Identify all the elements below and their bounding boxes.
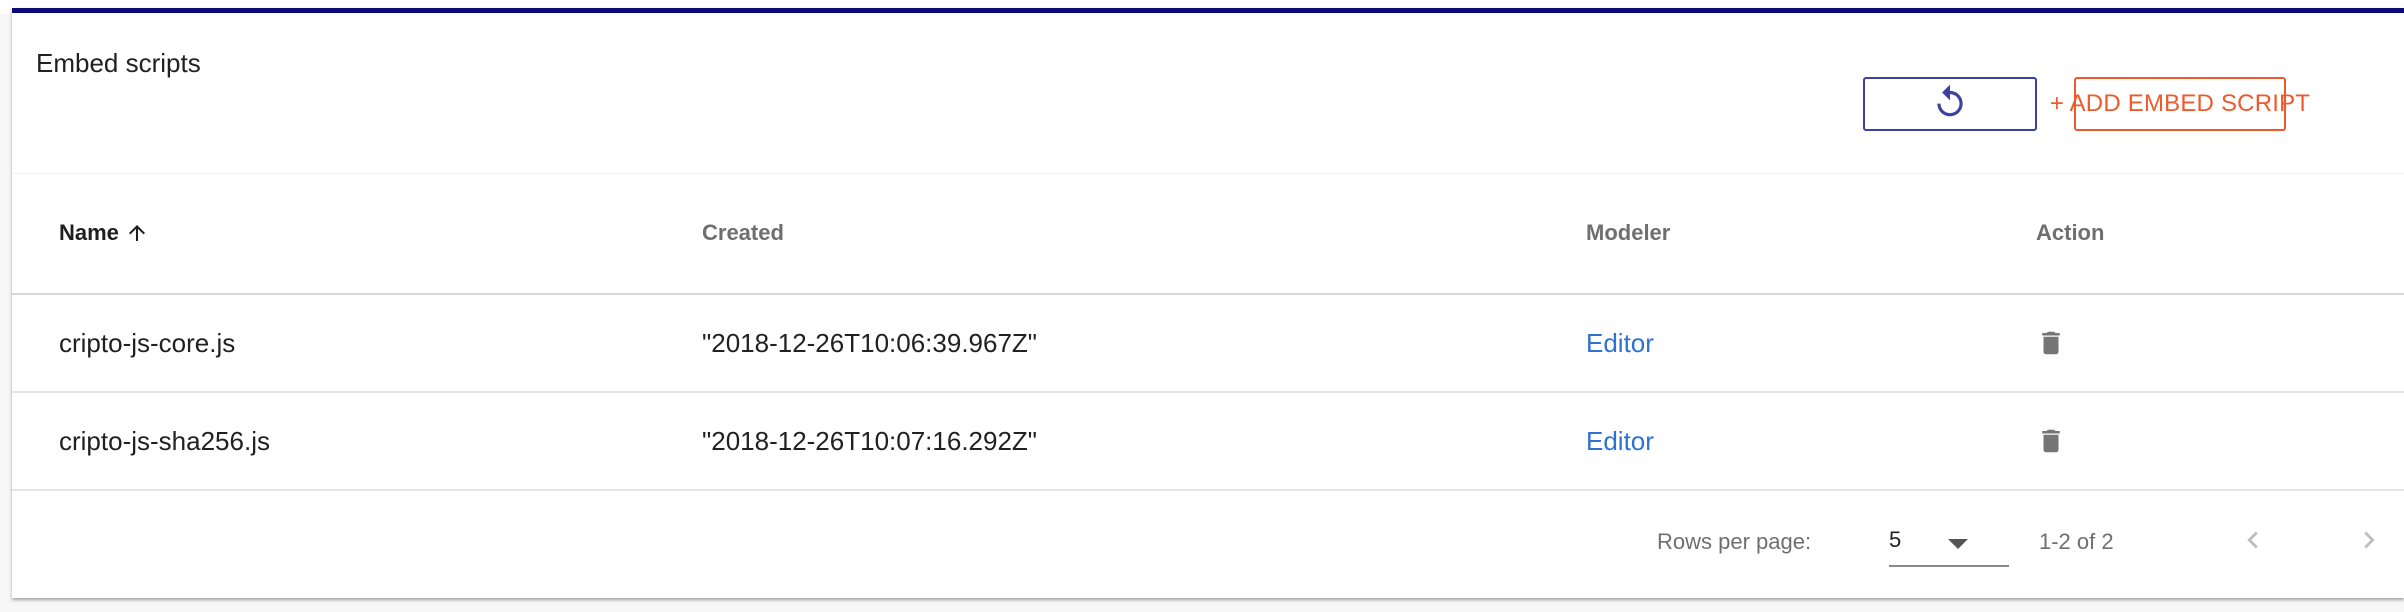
delete-button[interactable]	[2036, 393, 2066, 489]
chevron-right-icon[interactable]	[2352, 523, 2386, 562]
delete-button[interactable]	[2036, 295, 2066, 391]
rows-per-page-label: Rows per page:	[1657, 528, 1812, 554]
table-row: cripto-js-core.js "2018-12-26T10:06:39.9…	[12, 295, 2404, 393]
rows-per-page-select[interactable]: 5	[1889, 515, 2009, 567]
column-header-created[interactable]: Created	[702, 173, 784, 293]
table-pagination: Rows per page: 5 1-2 of 2	[12, 485, 2404, 598]
card-header: Embed scripts + ADD EMBED SCRIPT	[12, 13, 2404, 174]
script-name: cripto-js-sha256.js	[59, 425, 270, 456]
trash-icon	[2036, 426, 2066, 456]
script-name: cripto-js-core.js	[59, 327, 236, 358]
caret-down-icon	[1946, 537, 1970, 556]
editor-link[interactable]: Editor	[1586, 393, 1654, 489]
editor-link[interactable]: Editor	[1586, 295, 1654, 391]
refresh-icon	[1931, 83, 1969, 126]
table-header-row: Name Created Modeler Action	[12, 173, 2404, 295]
column-header-modeler[interactable]: Modeler	[1586, 173, 1670, 293]
script-created: "2018-12-26T10:06:39.967Z"	[702, 327, 1038, 358]
refresh-button[interactable]	[1863, 77, 2037, 131]
arrow-up-icon	[125, 221, 149, 245]
embed-scripts-card: Embed scripts + ADD EMBED SCRIPT Name Cr…	[12, 8, 2404, 598]
script-created: "2018-12-26T10:07:16.292Z"	[702, 425, 1038, 456]
pagination-range: 1-2 of 2	[2039, 528, 2114, 554]
column-header-name-label: Name	[59, 220, 119, 245]
column-header-name[interactable]: Name	[59, 173, 149, 293]
column-header-action: Action	[2036, 220, 2105, 245]
page-title: Embed scripts	[36, 48, 201, 78]
add-embed-script-button[interactable]: + ADD EMBED SCRIPT	[2050, 77, 2310, 131]
table-row: cripto-js-sha256.js "2018-12-26T10:07:16…	[12, 393, 2404, 491]
trash-icon	[2036, 328, 2066, 358]
chevron-left-icon[interactable]	[2236, 523, 2270, 562]
rows-per-page-value: 5	[1889, 527, 1902, 552]
